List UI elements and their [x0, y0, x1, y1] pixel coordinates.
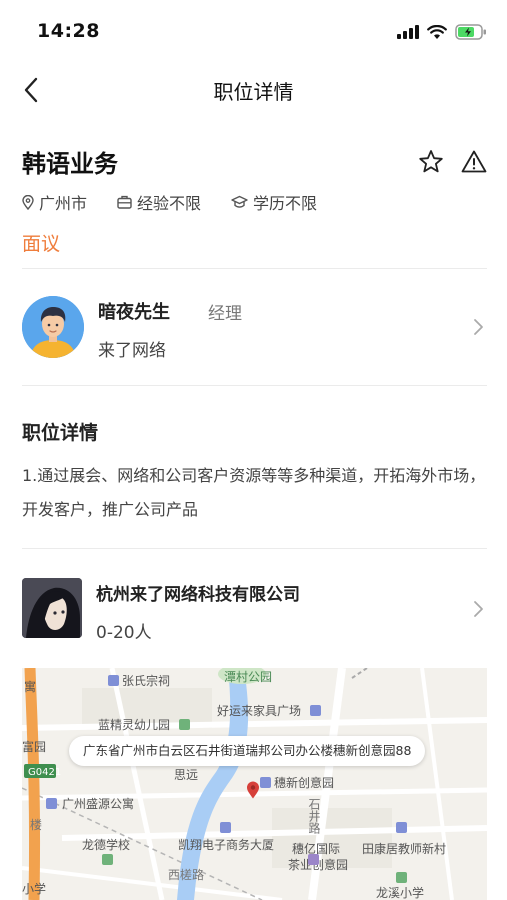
- map-label-furniture: 好运来家具广场: [217, 704, 302, 718]
- map-label-ancestral-hall: 张氏宗祠: [122, 674, 171, 688]
- section-title-job-details: 职位详情: [22, 422, 99, 444]
- favorite-button[interactable]: [417, 148, 445, 176]
- svg-text:G0421: G0421: [28, 767, 61, 778]
- job-meta-row: 广州市 经验不限 学历不限: [22, 191, 347, 213]
- map-label-xihu-road: 西槎路: [168, 868, 205, 882]
- job-description: 1.通过展会、网络和公司客户资源等等多种渠道，开拓海外市场，开发客户，推广公司产…: [22, 466, 486, 519]
- company-size: 0-20人: [96, 623, 152, 643]
- map-label-siyuan: 思远: [174, 768, 199, 782]
- map-label-longde: 龙德学校: [82, 838, 131, 852]
- job-location-text: 广州市: [39, 194, 88, 213]
- battery-icon: [455, 24, 486, 40]
- page-title: 职位详情: [213, 80, 294, 104]
- map-label-yu: 寓: [24, 680, 37, 694]
- poi-icon: [310, 705, 321, 716]
- job-location: 广州市: [22, 190, 87, 214]
- map-label-lou: 楼: [30, 818, 43, 832]
- job-education: 学历不限: [231, 190, 317, 214]
- status-time: 14:28: [37, 20, 100, 42]
- wifi-icon: [427, 24, 447, 39]
- map-label-gardens: 富园: [22, 740, 47, 754]
- map-label-suixin: 穗新创意园: [274, 776, 335, 790]
- poi-icon: [308, 854, 319, 865]
- divider: [22, 548, 487, 549]
- company-name: 杭州来了网络科技有限公司: [96, 585, 300, 605]
- star-icon: [419, 150, 443, 173]
- briefcase-icon: [117, 195, 132, 209]
- poi-icon: [220, 822, 231, 833]
- status-icons: [397, 22, 487, 42]
- job-experience-text: 经验不限: [137, 194, 202, 213]
- poi-icon: [396, 872, 407, 883]
- map-label-park: 潭村公园: [224, 670, 273, 684]
- recruiter-role: 经理: [208, 304, 242, 324]
- job-experience: 经验不限: [117, 190, 201, 214]
- avatar: [22, 296, 84, 358]
- poi-icon: [46, 798, 57, 809]
- map-label-longxi: 龙溪小学: [376, 886, 425, 900]
- recruiter-name: 暗夜先生: [98, 302, 170, 323]
- map-label-tiankang: 田康居教师新村: [362, 842, 447, 856]
- status-bar: 14:28: [0, 0, 507, 62]
- report-button[interactable]: [460, 148, 488, 176]
- poi-icon: [102, 854, 113, 865]
- signal-icon: [397, 25, 419, 39]
- graduation-cap-icon: [231, 195, 248, 208]
- map-label-school-left: 小学: [22, 882, 47, 896]
- map-address-bubble: 广东省广州市白云区石井街道瑞邦公司办公楼穗新创意园88: [69, 736, 426, 766]
- job-education-text: 学历不限: [253, 194, 318, 213]
- salary: 面议: [22, 233, 61, 255]
- poi-icon: [260, 777, 271, 788]
- job-title: 韩语业务: [22, 150, 118, 178]
- warning-icon: [461, 150, 487, 173]
- location-map[interactable]: G0421 潭村公园 张氏宗祠 寓 蓝精灵幼儿园 好运来家具广场 富园 广州盛源…: [22, 668, 487, 900]
- chevron-right-icon: [474, 319, 483, 335]
- poi-icon: [108, 675, 119, 686]
- recruiter-company: 来了网络: [98, 341, 166, 361]
- map-label-shijing-road: 石井路: [307, 798, 321, 834]
- chevron-right-icon: [474, 601, 483, 617]
- map-pin-icon: [247, 781, 259, 799]
- divider: [22, 385, 487, 386]
- nav-bar: 职位详情: [0, 62, 507, 118]
- poi-icon: [396, 822, 407, 833]
- map-label-kindergarten: 蓝精灵幼儿园: [98, 718, 171, 732]
- map-label-kaixiang: 凯翔电子商务大厦: [178, 838, 275, 852]
- recruiter-card[interactable]: 暗夜先生 经理 来了网络: [0, 286, 507, 372]
- company-logo: [22, 578, 82, 638]
- location-pin-icon: [22, 194, 34, 210]
- poi-icon: [179, 719, 190, 730]
- company-card[interactable]: 杭州来了网络科技有限公司 0-20人: [0, 572, 507, 648]
- map-label-shengyuan: 广州盛源公寓: [62, 797, 135, 811]
- divider: [22, 268, 487, 269]
